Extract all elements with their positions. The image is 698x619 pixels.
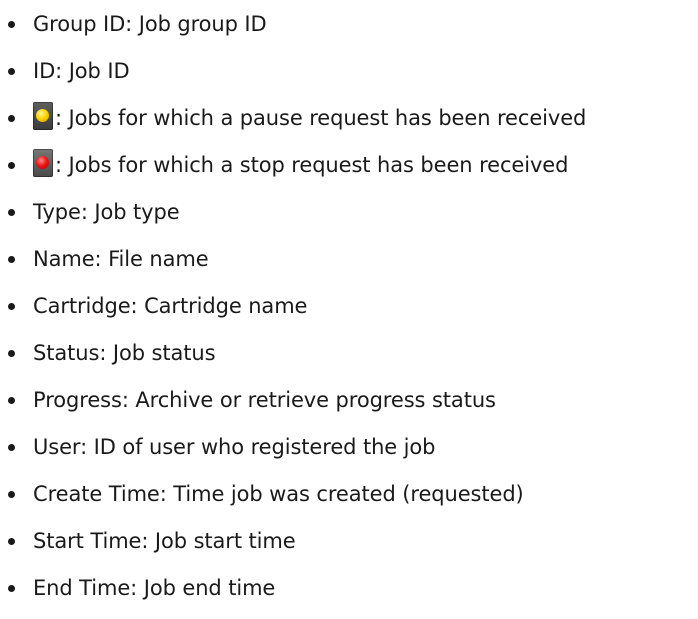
list-item-text: Name: File name <box>33 247 209 271</box>
yellow-status-icon <box>33 102 53 130</box>
list-item-text: : Jobs for which a pause request has bee… <box>55 106 587 130</box>
list-item-text: Progress: Archive or retrieve progress s… <box>33 388 496 412</box>
list-item-text: Group ID: Job group ID <box>33 12 267 36</box>
list-item-text: End Time: Job end time <box>33 576 276 600</box>
list-item-text: Type: Job type <box>33 200 180 224</box>
list-item-text: : Jobs for which a stop request has been… <box>55 153 569 177</box>
list-item-text: Cartridge: Cartridge name <box>33 294 308 318</box>
list-item: Group ID: Job group ID <box>0 8 698 55</box>
list-item-text: Status: Job status <box>33 341 216 365</box>
bullet-icon <box>8 397 15 404</box>
bullet-icon <box>8 209 15 216</box>
list-item: Cartridge: Cartridge name <box>0 290 698 337</box>
yellow-lamp-icon <box>36 109 49 122</box>
bullet-icon <box>8 303 15 310</box>
bullet-icon <box>8 21 15 28</box>
list-item: Name: File name <box>0 243 698 290</box>
list-item-text: ID: Job ID <box>33 59 130 83</box>
bullet-icon <box>8 115 15 122</box>
bullet-icon <box>8 350 15 357</box>
bullet-icon <box>8 68 15 75</box>
list-item-text: Start Time: Job start time <box>33 529 296 553</box>
list-item: Start Time: Job start time <box>0 525 698 572</box>
bullet-icon <box>8 444 15 451</box>
list-item: Status: Job status <box>0 337 698 384</box>
list-item: Create Time: Time job was created (reque… <box>0 478 698 525</box>
list-item: Progress: Archive or retrieve progress s… <box>0 384 698 431</box>
list-item: Type: Job type <box>0 196 698 243</box>
red-lamp-icon <box>36 156 49 169</box>
list-item: User: ID of user who registered the job <box>0 431 698 478</box>
bullet-icon <box>8 162 15 169</box>
bullet-icon <box>8 585 15 592</box>
list-item-text: User: ID of user who registered the job <box>33 435 436 459</box>
list-item: : Jobs for which a stop request has been… <box>0 149 698 196</box>
bullet-icon <box>8 538 15 545</box>
bullet-icon <box>8 491 15 498</box>
list-item-text: Create Time: Time job was created (reque… <box>33 482 524 506</box>
job-column-legend-list: Group ID: Job group ID ID: Job ID : Jobs… <box>0 0 698 619</box>
list-item: End Time: Job end time <box>0 572 698 619</box>
red-status-icon <box>33 149 53 177</box>
bullet-icon <box>8 256 15 263</box>
list-item: : Jobs for which a pause request has bee… <box>0 102 698 149</box>
list-item: ID: Job ID <box>0 55 698 102</box>
